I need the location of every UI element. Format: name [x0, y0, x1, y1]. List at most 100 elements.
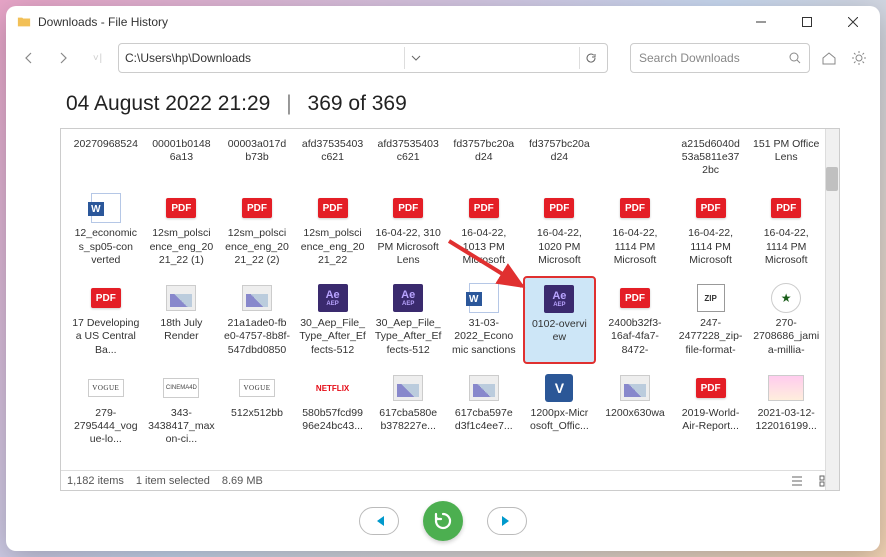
file-item[interactable]: 151 PM Office Lens — [749, 133, 823, 184]
app-window: Downloads - File History ˅ | C:\Users\hp… — [6, 6, 880, 551]
file-item[interactable]: CINEMA4D343-3438417_maxon-ci... — [145, 366, 219, 453]
file-label: afd37535403​c621 — [374, 138, 442, 164]
file-item[interactable]: AeAEP30_Aep_File_Type_After_Effects-512 — [371, 276, 445, 364]
close-button[interactable] — [830, 6, 876, 38]
selection-size: 8.69 MB — [222, 475, 263, 487]
file-item[interactable]: fd3757bc20a​d24 — [447, 133, 521, 184]
search-input[interactable]: Search Downloads — [630, 43, 810, 73]
scrollbar-thumb[interactable] — [826, 167, 838, 191]
file-item[interactable]: 2021-03-12-122016199... — [749, 366, 823, 453]
file-label: 617cba597e​d3f1c4ee7... — [450, 407, 518, 433]
previous-version-button[interactable] — [359, 507, 399, 535]
window-controls — [738, 6, 876, 38]
image-thumb-icon — [242, 285, 272, 311]
address-bar[interactable]: C:\Users\hp\Downloads — [118, 43, 608, 73]
file-item[interactable]: VOGUE279-2795444_vogue-lo... — [69, 366, 143, 453]
file-label: 30_Aep_File_Type_After_Effects-512 — [299, 317, 367, 356]
minimize-button[interactable] — [738, 6, 784, 38]
address-dropdown-icon[interactable] — [404, 47, 426, 69]
file-item[interactable] — [598, 133, 672, 184]
file-item[interactable]: 00003a017d​b73b — [220, 133, 294, 184]
file-label: 343-3438417_maxon-ci... — [148, 407, 216, 446]
maximize-button[interactable] — [784, 6, 830, 38]
file-label: fd3757bc20a​d24 — [450, 138, 518, 164]
file-item[interactable]: PDF12sm_polsci​ence_eng_2021_22 — [296, 186, 370, 274]
scrollbar[interactable] — [825, 129, 839, 490]
item-count: 1,182 items — [67, 475, 124, 487]
file-item[interactable]: PDF2400b32f3-16af-4fa7-8472-71473362c4​9… — [598, 276, 672, 364]
file-item[interactable]: PDF 16-04-22, 1020 PM Microsoft Lens — [523, 186, 597, 274]
file-item[interactable]: 18th July Render — [145, 276, 219, 364]
file-label: 16-04-22, 1013 PM Microsoft Lens — [450, 227, 518, 267]
forward-button[interactable] — [50, 45, 76, 71]
file-item[interactable]: 00001b0148​6a13 — [145, 133, 219, 184]
after-effects-icon: AeAEP — [393, 284, 423, 312]
pdf-icon: PDF — [469, 198, 499, 218]
file-item[interactable]: PDF16-04-22, 1114 PM Microsoft Lens (1) — [598, 186, 672, 274]
restore-button[interactable] — [423, 501, 463, 541]
file-item[interactable]: PDF16-04-22, 1114 PM Microsoft Lens (2) — [674, 186, 748, 274]
file-label: afd37535403​c621 — [299, 138, 367, 164]
file-item[interactable]: V1200px-Micr​osoft_Offic... — [523, 366, 597, 453]
settings-icon[interactable] — [848, 47, 870, 69]
pdf-icon: PDF — [318, 198, 348, 218]
pdf-icon: PDF — [544, 198, 574, 218]
file-label: 16-04-22, 1020 PM Microsoft Lens — [526, 227, 594, 267]
pdf-icon: PDF — [393, 198, 423, 218]
file-item[interactable]: PDF 16-04-22, 1013 PM Microsoft Lens — [447, 186, 521, 274]
file-item[interactable]: afd37535403​c621 — [296, 133, 370, 184]
selection-info: 1 item selected — [136, 475, 210, 487]
file-label: 2021-03-12-122016199... — [752, 407, 820, 433]
file-item[interactable]: a215d6040d​53a5811e37​2bc — [674, 133, 748, 184]
snapshot-header: 04 August 2022 21:29 | 369 of 369 — [6, 78, 880, 124]
file-item[interactable]: PDF17 Developing a US Central Ba... — [69, 276, 143, 364]
file-label: a215d6040d​53a5811e37​2bc — [677, 138, 745, 177]
file-item[interactable]: 617cba597e​d3f1c4ee7... — [447, 366, 521, 453]
file-item[interactable]: 1200x630wa — [598, 366, 672, 453]
file-label: 17 Developing a US Central Ba... — [72, 317, 140, 356]
file-grid: 2027096852​4 00001b0148​6a1300003a017d​b7… — [69, 133, 823, 454]
word-doc-icon — [469, 283, 499, 313]
file-item[interactable]: 31-03-2022_Economic sanctions in the era… — [447, 276, 521, 364]
back-button[interactable] — [16, 45, 42, 71]
file-item[interactable]: PDF 12sm_polsci​ence_eng_2021_22 (1) — [145, 186, 219, 274]
file-item[interactable]: fd3757bc20a​d24 — [523, 133, 597, 184]
file-label: 2027096852​4 — [72, 138, 140, 151]
next-version-button[interactable] — [487, 507, 527, 535]
file-item[interactable]: AeAEP30_Aep_File_Type_After_Effects-512 — [296, 276, 370, 364]
visio-icon: V — [545, 374, 573, 402]
refresh-button[interactable] — [579, 47, 601, 69]
file-item[interactable]: 2027096852​4 — [69, 133, 143, 184]
file-item[interactable]: afd37535403​c621 — [371, 133, 445, 184]
file-item[interactable]: 12_economic​s_sp05-con​verted — [69, 186, 143, 274]
statusbar: 1,182 items 1 item selected 8.69 MB — [61, 470, 839, 490]
details-view-icon[interactable] — [789, 473, 805, 489]
file-label: 279-2795444_vogue-lo... — [72, 407, 140, 446]
file-item[interactable]: PDF16-04-22, 310 PM Microsoft Lens — [371, 186, 445, 274]
file-item[interactable]: PDF16-04-22, 1114 PM Microsoft Lens — [749, 186, 823, 274]
titlebar[interactable]: Downloads - File History — [6, 6, 880, 38]
file-item[interactable]: 270-2708686_jamia-millia-islamia-logo — [749, 276, 823, 364]
home-icon[interactable] — [818, 47, 840, 69]
file-item-selected[interactable]: AeAEP0102-overvi​ew — [523, 276, 597, 364]
file-label: 12sm_polsci​ence_eng_2021_22 (1) — [148, 227, 216, 266]
pdf-icon: PDF — [242, 198, 272, 218]
file-item[interactable]: PDF 2019-World-Air-Report... — [674, 366, 748, 453]
pdf-icon: PDF — [696, 378, 726, 398]
file-item[interactable]: 21a1ade0-fb​e0-4757-8b8f-547dbd0850​99 — [220, 276, 294, 364]
navigation-toolbar: ˅ | C:\Users\hp\Downloads Search Downloa… — [6, 38, 880, 78]
word-doc-icon — [91, 193, 121, 223]
file-item[interactable]: NETFLIX580b57fcd99​96e24bc43... — [296, 366, 370, 453]
file-item[interactable]: ZIP247-2477228_zip-file-format-free-icon… — [674, 276, 748, 364]
file-item[interactable]: PDF12sm_polsci​ence_eng_2021_22 (2) — [220, 186, 294, 274]
image-thumb-icon — [771, 283, 801, 313]
zip-icon: ZIP — [697, 284, 725, 312]
file-item[interactable]: 617cba580e​b378227e... — [371, 366, 445, 453]
file-label: 00001b0148​6a13 — [148, 138, 216, 164]
file-label: 270-2708686_jamia-millia-islamia-logo — [752, 317, 820, 357]
file-item[interactable]: VOGUE512x512bb — [220, 366, 294, 453]
file-label: 2019-World-Air-Report... — [677, 407, 745, 433]
recent-button[interactable]: ˅ | — [84, 45, 110, 71]
file-label: 1200x630wa — [601, 407, 669, 420]
pdf-icon: PDF — [166, 198, 196, 218]
